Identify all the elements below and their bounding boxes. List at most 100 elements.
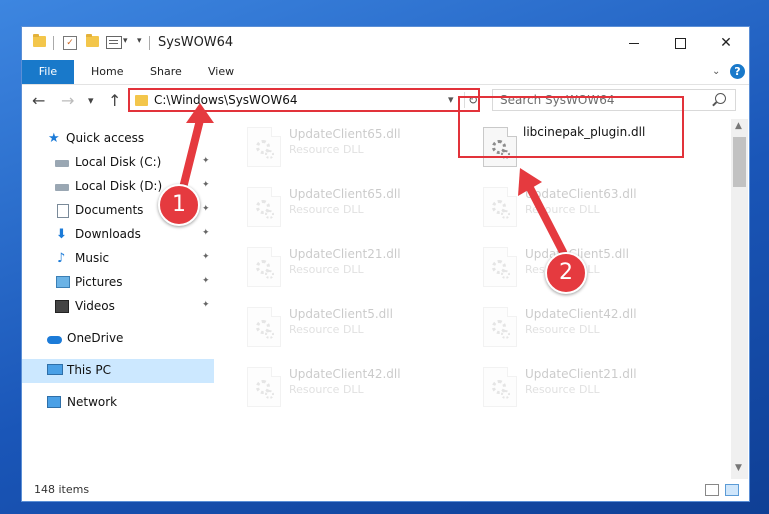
sidebar-item-label: Local Disk (D:): [75, 179, 163, 193]
file-item[interactable]: UpdateClient42.dll Resource DLL: [239, 363, 469, 411]
qat-customize-icon[interactable]: ▾: [137, 36, 142, 46]
forward-arrow-icon[interactable]: →: [61, 91, 74, 110]
file-item[interactable]: UpdateClient5.dll Resource DLL: [475, 243, 705, 291]
pin-icon[interactable]: ✦: [202, 252, 210, 262]
gear-icon: [501, 330, 510, 339]
scroll-thumb[interactable]: [733, 137, 746, 187]
scroll-up-icon[interactable]: ▲: [735, 121, 742, 131]
file-item[interactable]: UpdateClient21.dll Resource DLL: [239, 243, 469, 291]
status-bar: 148 items: [22, 479, 749, 501]
sidebar-item-videos[interactable]: Videos ✦: [22, 295, 214, 319]
pin-icon[interactable]: ✦: [202, 276, 210, 286]
tab-file[interactable]: File: [22, 60, 74, 84]
sidebar-item-downloads[interactable]: ⬇ Downloads ✦: [22, 223, 214, 247]
sidebar-item-network[interactable]: Network: [22, 391, 214, 415]
maximize-button[interactable]: [657, 27, 703, 60]
file-name: UpdateClient21.dll: [289, 247, 401, 261]
close-button[interactable]: ✕: [703, 27, 749, 60]
minimize-button[interactable]: [611, 27, 657, 60]
sidebar-item-music[interactable]: ♪ Music ✦: [22, 247, 214, 271]
up-arrow-icon[interactable]: ↑: [108, 91, 121, 110]
file-item[interactable]: UpdateClient21.dll Resource DLL: [475, 363, 705, 411]
folder-icon: [135, 95, 148, 106]
help-icon[interactable]: ?: [730, 64, 745, 79]
dll-file-icon: [247, 367, 281, 407]
address-bar[interactable]: C:\Windows\SysWOW64 ▾ ↻: [128, 88, 480, 112]
properties-check-icon[interactable]: ✓: [63, 36, 77, 50]
pin-icon[interactable]: ✦: [202, 156, 210, 166]
music-icon: ♪: [57, 251, 66, 266]
sidebar-item-label: Videos: [75, 299, 115, 313]
recent-locations-icon[interactable]: ▾: [88, 94, 94, 107]
file-type: Resource DLL: [525, 323, 600, 336]
pictures-icon: [56, 276, 70, 288]
minimize-icon: [629, 42, 639, 44]
gear-icon: [265, 150, 274, 159]
gear-icon: [265, 270, 274, 279]
sidebar-item-label: Local Disk (C:): [75, 155, 162, 169]
tab-home[interactable]: Home: [91, 60, 123, 84]
sidebar-item-quick-access[interactable]: ★ Quick access: [22, 127, 214, 151]
search-icon[interactable]: [715, 93, 726, 104]
gear-icon: [501, 210, 510, 219]
large-icons-view-icon[interactable]: [725, 484, 739, 496]
gear-icon: [265, 210, 274, 219]
file-type: Resource DLL: [525, 203, 600, 216]
dll-file-icon: [247, 187, 281, 227]
file-name: UpdateClient65.dll: [289, 187, 401, 201]
file-item[interactable]: UpdateClient42.dll Resource DLL: [475, 303, 705, 351]
tab-view[interactable]: View: [208, 60, 234, 84]
pin-icon[interactable]: ✦: [202, 180, 210, 190]
cloud-icon: [47, 336, 62, 344]
file-item[interactable]: UpdateClient65.dll Resource DLL: [239, 123, 469, 171]
scroll-down-icon[interactable]: ▼: [735, 463, 742, 473]
customize-view-icon[interactable]: [106, 36, 122, 49]
sidebar-item-label: Music: [75, 251, 110, 265]
network-icon: [47, 396, 61, 408]
sidebar-item-this-pc[interactable]: This PC: [22, 359, 214, 383]
ribbon-tabs: File Home Share View ⌄ ?: [22, 60, 749, 85]
file-name: UpdateClient63.dll: [525, 187, 637, 201]
vertical-scrollbar[interactable]: ▲ ▼: [731, 119, 748, 479]
item-count: 148 items: [34, 483, 90, 496]
file-type: Resource DLL: [289, 263, 364, 276]
back-arrow-icon[interactable]: ←: [32, 91, 45, 110]
dll-file-icon: [247, 307, 281, 347]
sidebar-item-label: Documents: [75, 203, 144, 217]
sidebar-item-onedrive[interactable]: OneDrive: [22, 327, 214, 351]
sidebar-item-label: This PC: [67, 363, 111, 377]
documents-icon: [57, 204, 69, 218]
pin-icon[interactable]: ✦: [202, 228, 210, 238]
gear-icon: [265, 390, 274, 399]
new-folder-icon[interactable]: [86, 34, 99, 47]
address-path[interactable]: C:\Windows\SysWOW64: [154, 93, 298, 107]
sidebar-item-pictures[interactable]: Pictures ✦: [22, 271, 214, 295]
address-dropdown-icon[interactable]: ▾: [448, 93, 454, 106]
sidebar-item-local-disk-c[interactable]: Local Disk (C:) ✦: [22, 151, 214, 175]
videos-icon: [55, 300, 69, 313]
file-name: UpdateClient42.dll: [289, 367, 401, 381]
details-view-icon[interactable]: [705, 484, 719, 496]
tab-share[interactable]: Share: [150, 60, 182, 84]
chevron-down-icon[interactable]: ⌄: [712, 66, 720, 77]
dll-file-icon: [483, 307, 517, 347]
pin-icon[interactable]: ✦: [202, 204, 210, 214]
qat-dropdown-icon[interactable]: ▾: [123, 36, 128, 46]
dll-file-icon: [483, 187, 517, 227]
window-title: SysWOW64: [158, 35, 234, 50]
download-icon: ⬇: [56, 227, 67, 242]
file-item[interactable]: UpdateClient63.dll Resource DLL: [475, 183, 705, 231]
title-bar: ✓ ▾ ▾ SysWOW64 ✕: [22, 27, 749, 60]
file-type: Resource DLL: [289, 143, 364, 156]
qat-divider: [53, 36, 54, 50]
dll-file-icon: [483, 367, 517, 407]
file-name: UpdateClient42.dll: [525, 307, 637, 321]
pin-icon[interactable]: ✦: [202, 300, 210, 310]
star-icon: ★: [48, 131, 60, 146]
file-item[interactable]: UpdateClient5.dll Resource DLL: [239, 303, 469, 351]
file-item[interactable]: UpdateClient65.dll Resource DLL: [239, 183, 469, 231]
sidebar-item-label: Pictures: [75, 275, 123, 289]
target-file-highlight: [458, 96, 684, 158]
file-type: Resource DLL: [289, 203, 364, 216]
drive-icon: [55, 160, 69, 167]
